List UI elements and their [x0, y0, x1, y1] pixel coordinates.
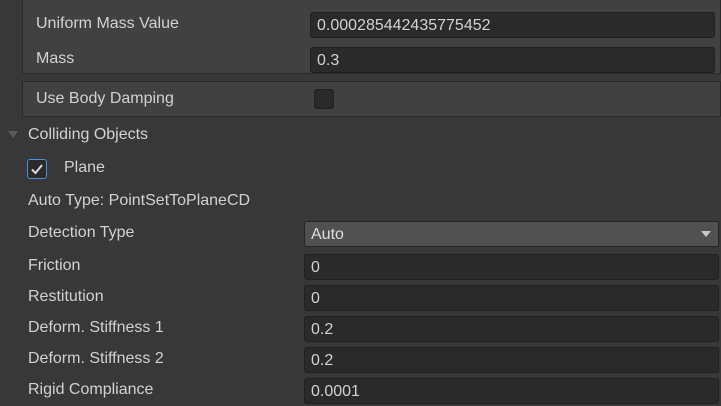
- colliding-objects-foldout[interactable]: Colliding Objects: [0, 120, 721, 150]
- use-body-damping-row: Use Body Damping: [0, 84, 721, 114]
- deform-stiffness-1-field[interactable]: 0.2: [304, 316, 719, 342]
- foldout-expanded-icon[interactable]: [8, 131, 18, 138]
- friction-label: Friction: [28, 257, 81, 274]
- restitution-row: Restitution 0: [0, 282, 721, 312]
- deform-stiffness-2-row: Deform. Stiffness 2 0.2: [0, 344, 721, 374]
- friction-row: Friction 0: [0, 251, 721, 281]
- checkmark-icon: [31, 164, 43, 175]
- plane-label: Plane: [64, 159, 105, 176]
- use-body-damping-label: Use Body Damping: [36, 90, 174, 107]
- deform-stiffness-2-label: Deform. Stiffness 2: [28, 350, 164, 367]
- detection-type-row: Detection Type Auto: [0, 218, 721, 248]
- rigid-compliance-row: Rigid Compliance 0.0001: [0, 375, 721, 405]
- uniform-mass-value-field[interactable]: 0.000285442435775452: [310, 12, 715, 38]
- detection-type-label: Detection Type: [28, 224, 135, 241]
- uniform-mass-value-row: Uniform Mass Value 0.000285442435775452: [0, 9, 721, 39]
- use-body-damping-checkbox[interactable]: [314, 89, 334, 109]
- restitution-label: Restitution: [28, 288, 104, 305]
- auto-type-row: Auto Type: PointSetToPlaneCD: [0, 186, 721, 216]
- chevron-down-icon: [701, 231, 711, 237]
- mass-label: Mass: [36, 50, 75, 67]
- colliding-objects-header: Colliding Objects: [28, 126, 149, 143]
- plane-row: Plane: [0, 153, 721, 183]
- mass-row: Mass 0.3: [0, 44, 721, 74]
- plane-checkbox[interactable]: [27, 159, 47, 179]
- auto-type-label: Auto Type: PointSetToPlaneCD: [28, 192, 251, 209]
- rigid-compliance-field[interactable]: 0.0001: [304, 378, 719, 404]
- rigid-compliance-label: Rigid Compliance: [28, 381, 154, 398]
- detection-type-dropdown[interactable]: Auto: [304, 221, 719, 247]
- friction-field[interactable]: 0: [304, 254, 719, 280]
- deform-stiffness-1-row: Deform. Stiffness 1 0.2: [0, 313, 721, 343]
- inspector-panel: Uniform Mass Value 0.000285442435775452 …: [0, 0, 721, 406]
- mass-field[interactable]: 0.3: [310, 47, 715, 73]
- detection-type-value: Auto: [311, 226, 344, 243]
- restitution-field[interactable]: 0: [304, 285, 719, 311]
- deform-stiffness-2-field[interactable]: 0.2: [304, 347, 719, 373]
- deform-stiffness-1-label: Deform. Stiffness 1: [28, 319, 164, 336]
- uniform-mass-value-label: Uniform Mass Value: [36, 15, 179, 32]
